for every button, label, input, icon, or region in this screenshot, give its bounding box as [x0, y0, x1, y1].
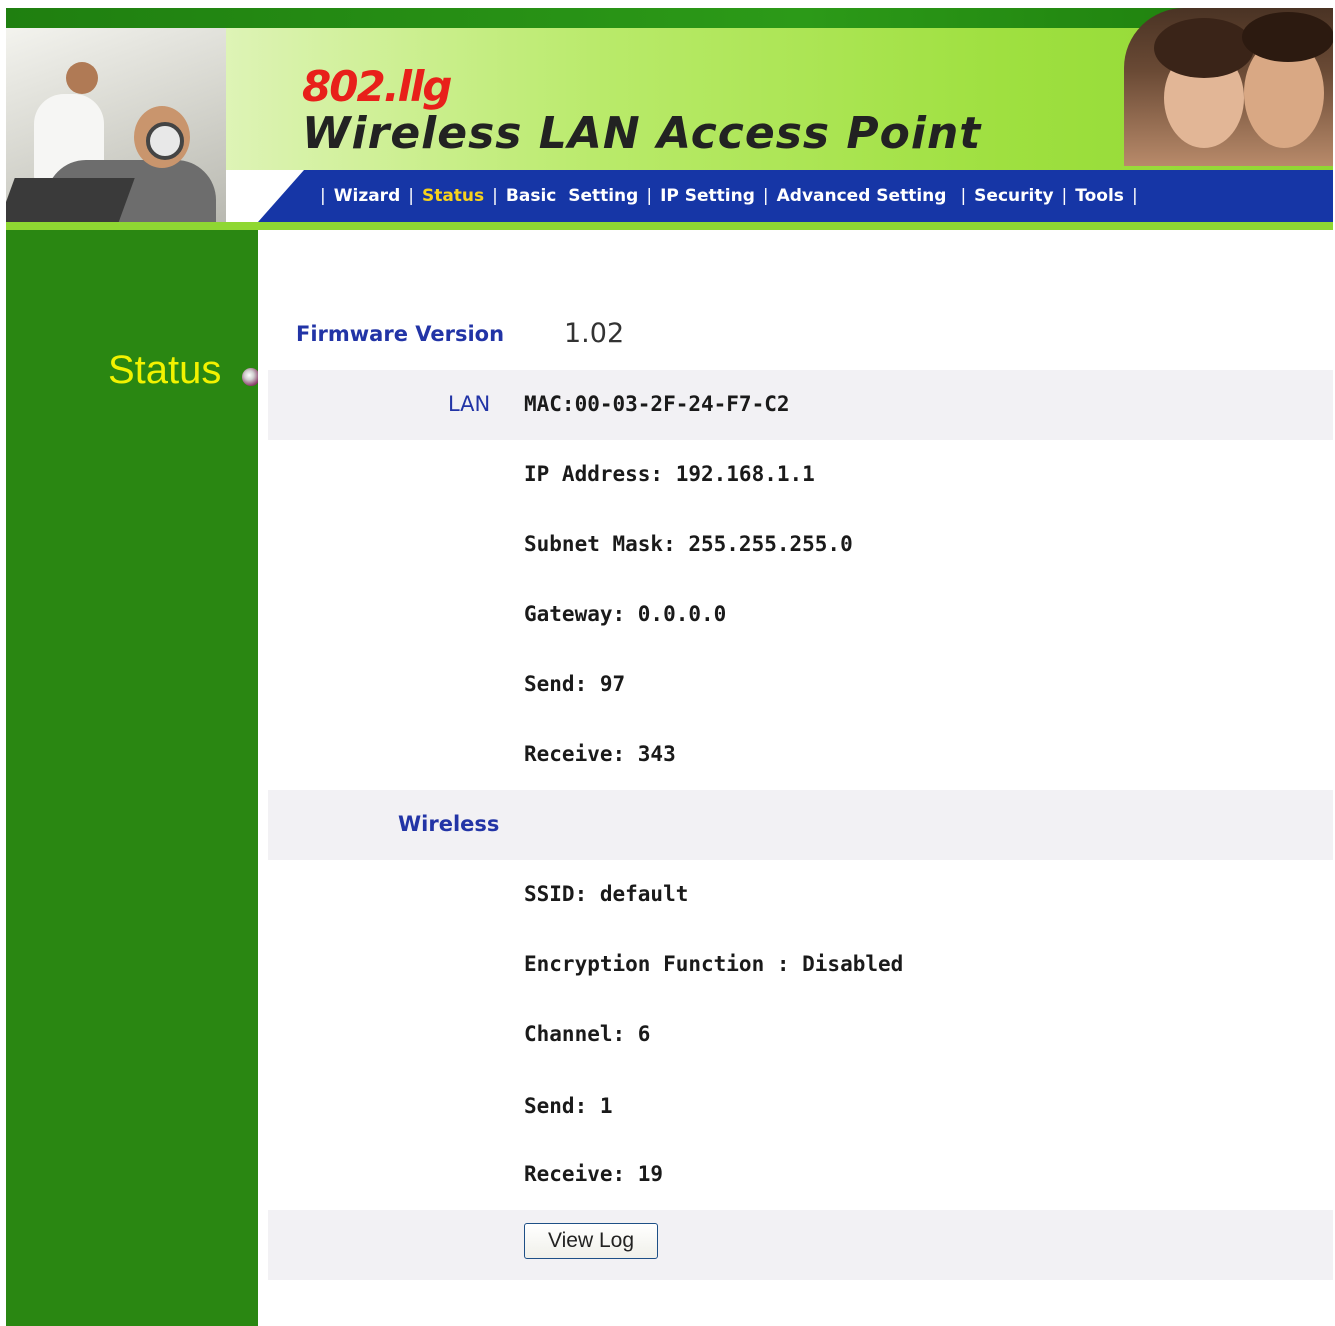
sidebar: [6, 230, 258, 1326]
nav-item-security[interactable]: Security: [974, 186, 1053, 206]
wireless-receive: Receive: 19: [524, 1162, 664, 1186]
header-photo-left: [6, 28, 226, 226]
nav-separator: |: [762, 186, 769, 206]
lan-ip-address: IP Address: 192.168.1.1: [524, 462, 815, 486]
wireless-channel: Channel: 6: [524, 1022, 651, 1046]
photo-person-head: [66, 62, 98, 94]
header-photo-right: [1124, 8, 1333, 166]
lan-mac: MAC:00-03-2F-24-F7-C2: [524, 392, 790, 416]
nav-separator: |: [1061, 186, 1068, 206]
photo-hair: [1242, 12, 1333, 62]
nav-separator: |: [646, 186, 653, 206]
lan-subnet-mask: Subnet Mask: 255.255.255.0: [524, 532, 853, 556]
nav-item-tools[interactable]: Tools: [1075, 186, 1124, 206]
nav-item-wizard[interactable]: Wizard: [334, 186, 401, 206]
nav-separator: |: [492, 186, 498, 206]
firmware-label: Firmware Version: [296, 322, 505, 346]
logo-model: 802.llg: [302, 62, 452, 111]
photo-hair: [1154, 18, 1254, 78]
wireless-ssid: SSID: default: [524, 882, 689, 906]
sidebar-title: Status: [108, 348, 222, 392]
nav-separator: |: [408, 186, 414, 206]
nav-separator: |: [320, 186, 326, 206]
laptop-icon: [6, 178, 135, 226]
nav-item-status[interactable]: Status: [422, 186, 484, 206]
row-band: [268, 1210, 1333, 1280]
wireless-label: Wireless: [398, 812, 500, 836]
nav-underline: [6, 222, 1333, 230]
nav-item-ip-setting[interactable]: IP Setting: [660, 186, 755, 206]
firmware-value: 1.02: [564, 318, 625, 349]
nav-menu: | Wizard | Status | Basic Setting | IP S…: [312, 170, 1146, 222]
row-band: [268, 370, 1333, 440]
logo-title: Wireless LAN Access Point: [302, 108, 982, 159]
status-content: Firmware Version 1.02 LAN MAC:00-03-2F-2…: [258, 230, 1333, 1326]
nav-separator: |: [1131, 186, 1138, 206]
lan-label: LAN: [448, 392, 491, 416]
wireless-encryption: Encryption Function : Disabled: [524, 952, 904, 976]
top-bar: [6, 8, 1333, 28]
nav-item-advanced-setting[interactable]: Advanced Setting: [777, 186, 947, 206]
nav-separator: |: [960, 186, 967, 206]
lan-gateway: Gateway: 0.0.0.0: [524, 602, 727, 626]
lan-receive: Receive: 343: [524, 742, 676, 766]
nav-item-basic-setting[interactable]: Basic Setting: [506, 186, 638, 206]
page-frame: 802.llg Wireless LAN Access Point | Wiza…: [6, 8, 1333, 1326]
view-log-button[interactable]: View Log: [524, 1223, 658, 1259]
wireless-send: Send: 1: [524, 1094, 613, 1118]
lan-send: Send: 97: [524, 672, 626, 696]
headphones-icon: [146, 122, 184, 160]
